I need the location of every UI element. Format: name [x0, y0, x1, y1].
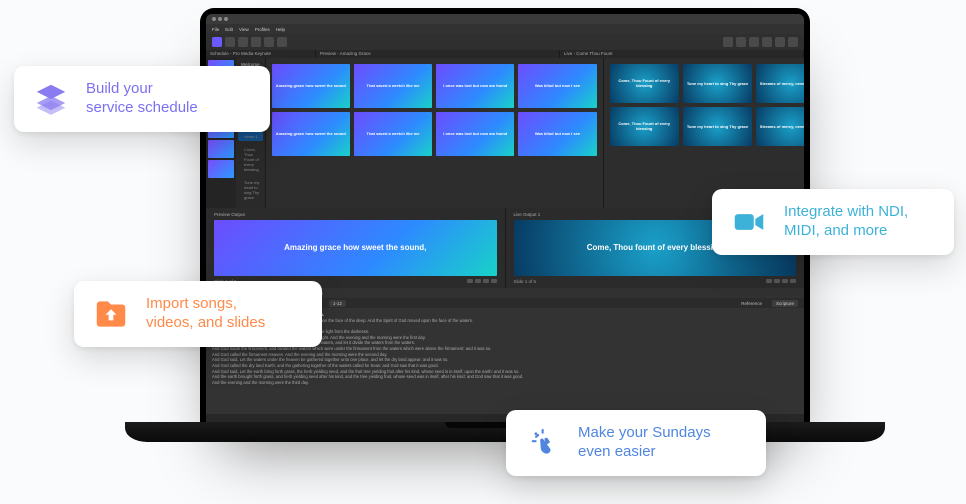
toolbar-button[interactable] [749, 37, 759, 47]
schedule-subitem[interactable]: Verse 1 [238, 132, 263, 141]
live-panel: Come, Thou Fount of every blessing Tune … [604, 58, 804, 208]
callout-text: Import songs, videos, and slides [146, 295, 265, 333]
slide-thumb[interactable]: Tune my heart to sing Thy grace [683, 107, 752, 146]
window-titlebar [206, 14, 804, 24]
toolbar-button[interactable] [225, 37, 235, 47]
preview-output-slide[interactable]: Amazing grace how sweet the sound, [214, 220, 497, 276]
schedule-thumb[interactable] [208, 140, 234, 158]
callout-ndi: Integrate with NDI, MIDI, and more [712, 189, 954, 255]
slide-thumb[interactable]: That saved a wretch like me [354, 64, 432, 108]
toolbar-button[interactable] [723, 37, 733, 47]
main-area: Welcome Church Welcome Amazing Grace Com… [206, 58, 804, 208]
slide-thumb[interactable]: Streams of mercy, never ceasing [756, 107, 804, 146]
window-control[interactable] [212, 17, 216, 21]
transport-button[interactable] [774, 279, 780, 283]
toolbar-button[interactable] [251, 37, 261, 47]
callout-schedule: Build your service schedule [14, 66, 270, 132]
toolbar [206, 34, 804, 50]
slide-thumb[interactable]: Was blind but now I see [518, 112, 596, 156]
toolbar-button[interactable] [238, 37, 248, 47]
scripture-search-label: Reference [741, 301, 762, 306]
callout-text: Build your service schedule [86, 80, 198, 118]
panel-title-live: Live - Come Thou Fount [560, 50, 804, 58]
transport-button[interactable] [766, 279, 772, 283]
menu-item[interactable]: File [212, 27, 219, 32]
preview-output-title: Preview Output [214, 212, 497, 220]
callout-sundays: Make your Sundays even easier [506, 410, 766, 476]
panel-title-schedule: Schedule - Pro Media Keynote [206, 50, 316, 58]
preview-panel: Amazing grace how sweet the sound That s… [266, 58, 604, 208]
slide-thumb[interactable]: That saved a wretch like me [354, 112, 432, 156]
menubar: File Edit View Profiles Help [206, 24, 804, 34]
slide-thumb[interactable]: Amazing grace how sweet the sound [272, 112, 350, 156]
transport-button[interactable] [483, 279, 489, 283]
toolbar-button[interactable] [264, 37, 274, 47]
toolbar-button[interactable] [736, 37, 746, 47]
folder-upload-icon [92, 295, 130, 333]
scripture-line: And the evening and the morning were the… [212, 380, 798, 386]
toolbar-button[interactable] [277, 37, 287, 47]
transport-controls [766, 279, 796, 283]
live-slide-counter: Slide 1 of 6 [514, 279, 537, 284]
toolbar-button[interactable] [788, 37, 798, 47]
toolbar-button[interactable] [762, 37, 772, 47]
toolbar-button[interactable] [775, 37, 785, 47]
snap-fingers-icon [524, 424, 562, 462]
toolbar-button[interactable] [212, 37, 222, 47]
schedule-subitem[interactable]: Come, Thou Fount of every blessing [238, 145, 263, 174]
schedule-thumb[interactable] [208, 160, 234, 178]
layers-icon [32, 80, 70, 118]
slide-thumb[interactable]: I once was lost but now am found [436, 64, 514, 108]
scripture-search-input[interactable]: Scripture [772, 300, 798, 307]
slide-thumb[interactable]: Amazing grace how sweet the sound [272, 64, 350, 108]
transport-button[interactable] [491, 279, 497, 283]
slide-thumb[interactable]: I once was lost but now am found [436, 112, 514, 156]
slide-thumb[interactable]: Come, Thou Fount of every blessing [610, 64, 679, 103]
transport-button[interactable] [790, 279, 796, 283]
slide-thumb[interactable]: Streams of mercy, never ceasing [756, 64, 804, 103]
video-camera-icon [730, 203, 768, 241]
callout-text: Make your Sundays even easier [578, 424, 711, 462]
menu-item[interactable]: Profiles [255, 27, 270, 32]
menu-item[interactable]: View [239, 27, 249, 32]
slide-thumb[interactable]: Come, Thou Fount of every blessing [610, 107, 679, 146]
transport-button[interactable] [467, 279, 473, 283]
scripture-verses-select[interactable]: 1-12 [329, 300, 346, 307]
panel-header-row: Schedule - Pro Media Keynote Preview - A… [206, 50, 804, 58]
transport-controls [467, 279, 497, 283]
laptop-base [125, 422, 885, 442]
menu-item[interactable]: Edit [225, 27, 233, 32]
transport-button[interactable] [475, 279, 481, 283]
menu-item[interactable]: Help [276, 27, 285, 32]
preview-output-pane: Preview Output Amazing grace how sweet t… [206, 208, 506, 288]
window-control[interactable] [218, 17, 222, 21]
transport-button[interactable] [782, 279, 788, 283]
window-control[interactable] [224, 17, 228, 21]
slide-thumb[interactable]: Was blind but now I see [518, 64, 596, 108]
callout-text: Integrate with NDI, MIDI, and more [784, 203, 908, 241]
panel-title-preview: Preview - Amazing Grace [316, 50, 560, 58]
callout-import: Import songs, videos, and slides [74, 281, 322, 347]
slide-thumb[interactable]: Tune my heart to sing Thy grace [683, 64, 752, 103]
schedule-subitem[interactable]: Tune my heart to sing Thy grace [238, 178, 263, 202]
